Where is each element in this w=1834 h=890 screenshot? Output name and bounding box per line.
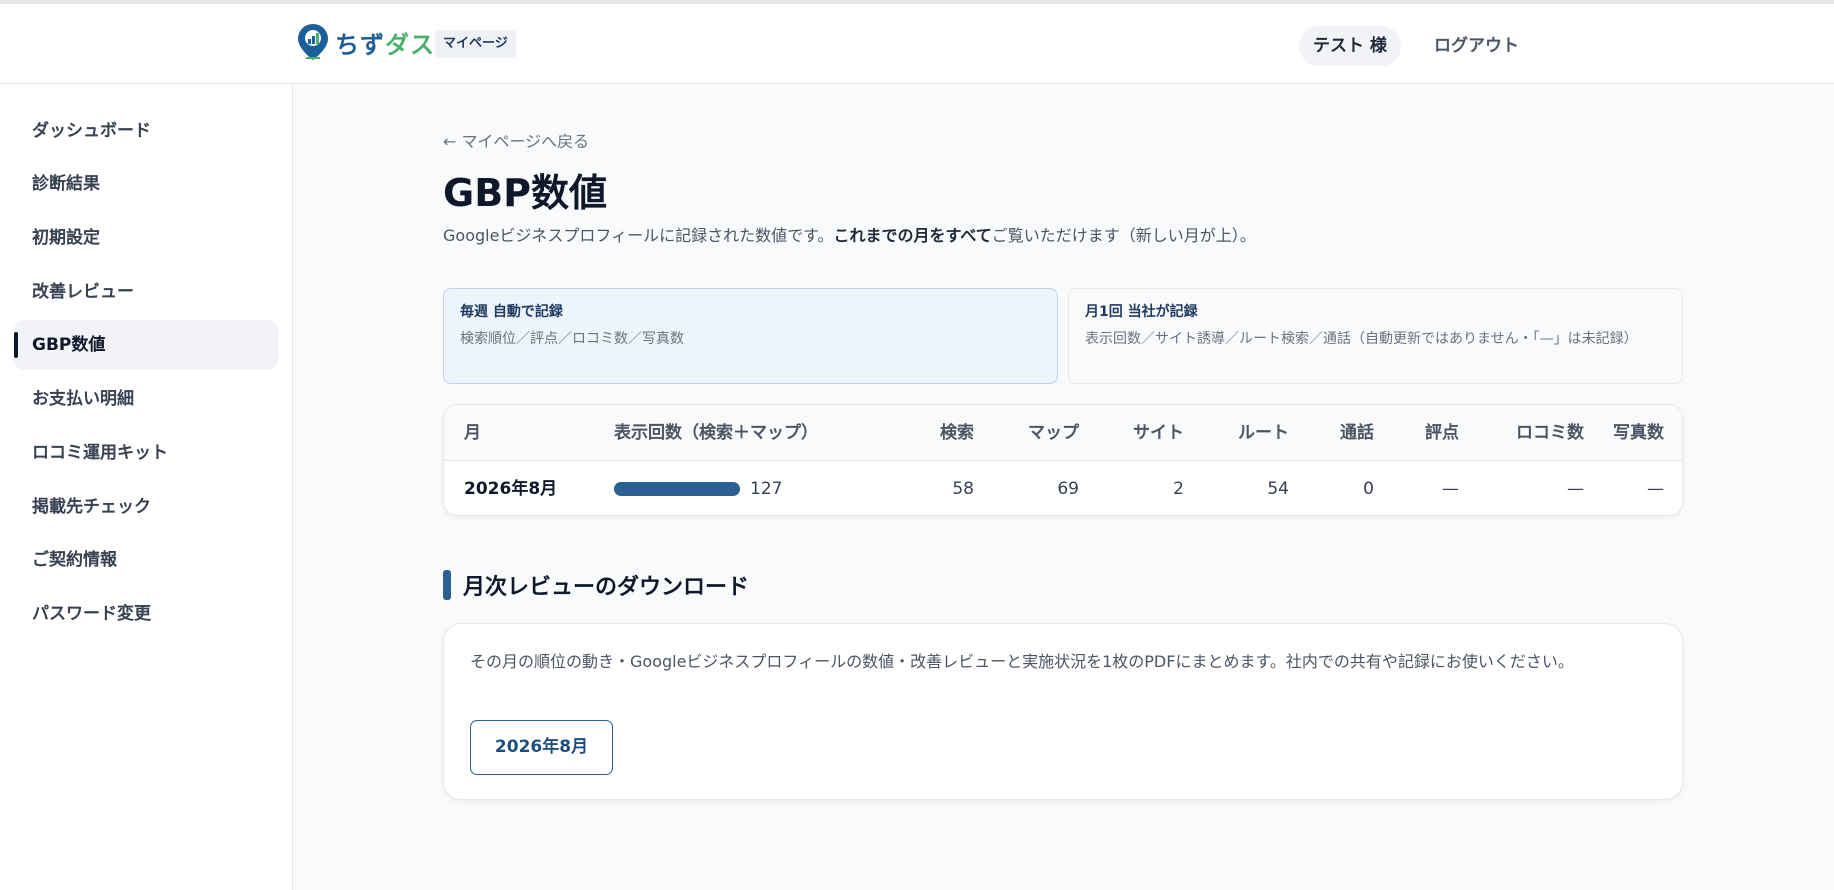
sidebar-item-payments[interactable]: お支払い明細 xyxy=(14,374,278,424)
col-header-impressions: 表示回数（検索＋マップ） xyxy=(614,423,818,443)
cell-site: 2 xyxy=(1173,479,1184,499)
weekly-card-title: 毎週 自動で記録 xyxy=(460,304,563,320)
cell-route: 54 xyxy=(1267,479,1289,499)
monthly-card-desc: 表示回数／サイト誘導／ルート検索／通話（自動更新ではありません・「—」は未記録） xyxy=(1085,331,1638,347)
cell-month: 2026年8月 xyxy=(464,479,558,499)
col-header-rating: 評点 xyxy=(1425,423,1459,443)
monthly-record-card: 月1回 当社が記録 表示回数／サイト誘導／ルート検索／通話（自動更新ではありませ… xyxy=(1068,288,1683,384)
weekly-card-desc: 検索順位／評点／ロコミ数／写真数 xyxy=(460,331,684,347)
cell-rating: — xyxy=(1442,479,1459,499)
col-header-month: 月 xyxy=(464,423,481,443)
sidebar-item-initial-settings[interactable]: 初期設定 xyxy=(14,213,278,263)
page-title: GBP数値 xyxy=(443,171,608,215)
impressions-bar xyxy=(614,482,740,496)
lead-text-pre: Googleビジネスプロフィールに記録された数値です。 xyxy=(443,226,834,245)
sidebar-item-diagnosis[interactable]: 診断結果 xyxy=(14,159,278,209)
logo-text-dasu: ダス xyxy=(385,30,435,59)
logo[interactable]: ちずダス xyxy=(295,22,435,62)
sidebar: ダッシュボード 診断結果 初期設定 改善レビュー GBP数値 お支払い明細 ロコ… xyxy=(0,85,293,890)
download-section-title: 月次レビューのダウンロード xyxy=(443,570,749,600)
col-header-search: 検索 xyxy=(940,423,974,443)
cell-reviews: — xyxy=(1567,479,1584,499)
col-header-photos: 写真数 xyxy=(1613,423,1664,443)
logout-link[interactable]: ログアウト xyxy=(1434,26,1519,66)
cell-photos: — xyxy=(1647,479,1664,499)
col-header-reviews: ロコミ数 xyxy=(1516,423,1584,443)
cell-map: 69 xyxy=(1057,479,1079,499)
back-to-mypage-link[interactable]: ← マイページへ戻る xyxy=(443,128,589,152)
lead-text-post: ご覧いただけます（新しい月が上）。 xyxy=(991,226,1256,245)
sidebar-item-dashboard[interactable]: ダッシュボード xyxy=(14,106,278,156)
download-month-button[interactable]: 2026年8月 xyxy=(470,720,613,775)
section-accent-bar xyxy=(443,570,451,600)
sidebar-item-password[interactable]: パスワード変更 xyxy=(14,589,278,639)
col-header-call: 通話 xyxy=(1340,423,1374,443)
cell-impressions: 127 xyxy=(750,479,783,499)
gbp-values-table: 月 表示回数（検索＋マップ） 検索 マップ サイト ルート 通話 評点 ロコミ数… xyxy=(443,404,1683,516)
page-description: Googleビジネスプロフィールに記録された数値です。これまでの月をすべてご覧い… xyxy=(443,222,1256,246)
weekly-auto-record-card: 毎週 自動で記録 検索順位／評点／ロコミ数／写真数 xyxy=(443,288,1058,384)
app-header: ちずダス マイページ テスト 様 ログアウト xyxy=(0,4,1834,84)
download-section-title-text: 月次レビューのダウンロード xyxy=(463,575,750,600)
col-header-site: サイト xyxy=(1133,423,1184,443)
col-header-route: ルート xyxy=(1238,423,1289,443)
mypage-badge: マイページ xyxy=(435,30,516,58)
sidebar-item-listing-check[interactable]: 掲載先チェック xyxy=(14,482,278,532)
cell-call: 0 xyxy=(1363,479,1374,499)
monthly-card-title: 月1回 当社が記録 xyxy=(1085,304,1198,320)
download-description: その月の順位の動き・Googleビジネスプロフィールの数値・改善レビューと実施状… xyxy=(470,652,1574,671)
logo-text-chizu: ちず xyxy=(335,30,385,59)
user-name-pill[interactable]: テスト 様 xyxy=(1299,26,1401,66)
download-card: その月の順位の動き・Googleビジネスプロフィールの数値・改善レビューと実施状… xyxy=(443,623,1683,800)
sidebar-item-contract[interactable]: ご契約情報 xyxy=(14,535,278,585)
col-header-map: マップ xyxy=(1028,423,1079,443)
lead-text-bold: これまでの月をすべて xyxy=(833,226,992,245)
sidebar-item-review-kit[interactable]: ロコミ運用キット xyxy=(14,428,278,478)
sidebar-item-improvement-review[interactable]: 改善レビュー xyxy=(14,267,278,317)
cell-search: 58 xyxy=(952,479,974,499)
sidebar-item-gbp-values[interactable]: GBP数値 xyxy=(14,320,278,370)
map-pin-logo-icon xyxy=(298,24,328,60)
